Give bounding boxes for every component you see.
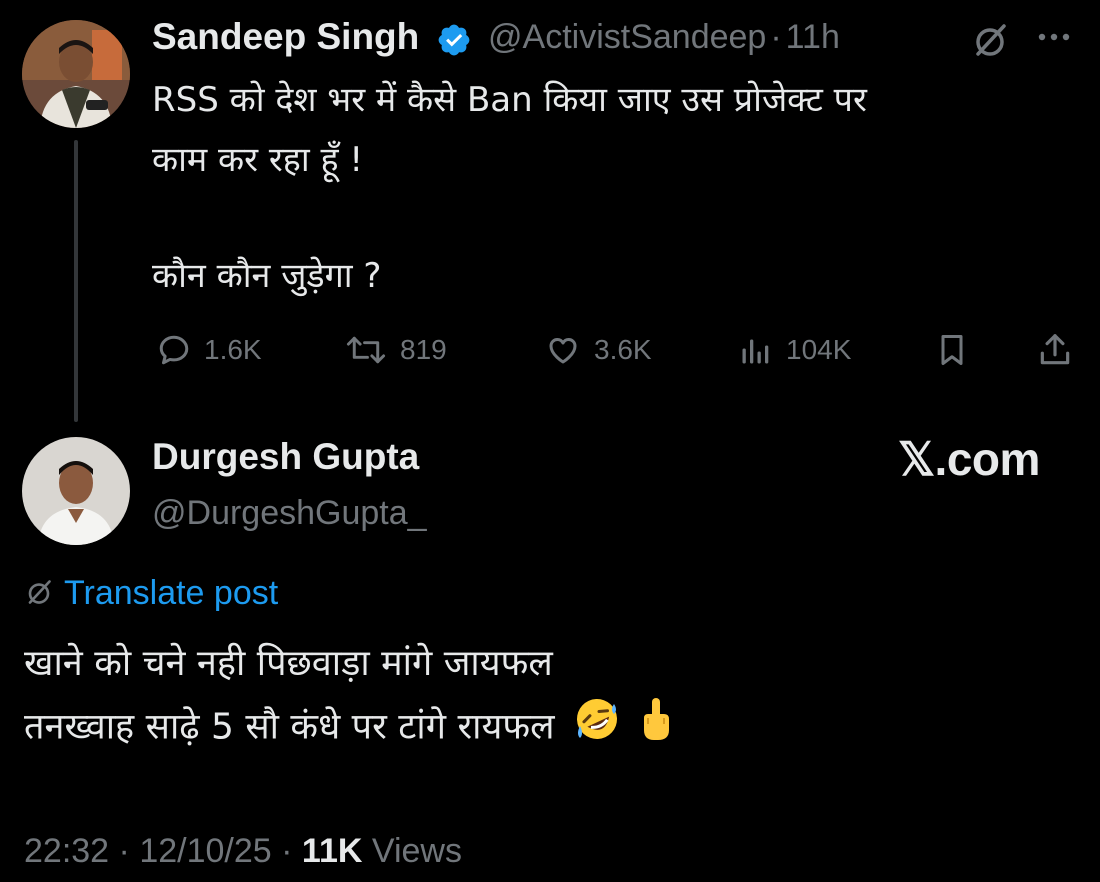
tweet-text-line-2: काम कर रहा हूँ ! xyxy=(152,140,363,180)
repost-icon xyxy=(344,332,388,368)
views-count: 104K xyxy=(786,334,852,365)
reply-text-line-1: खाने को चने नही पिछवाड़ा मांगे जायफल xyxy=(24,643,553,684)
reply-sep-1: · xyxy=(118,832,130,870)
author-handle[interactable]: @ActivistSandeep xyxy=(488,18,766,56)
tweet-text-line-3: कौन कौन जुड़ेगा ? xyxy=(152,256,382,296)
tweet-text-line-1: RSS को देश भर में कैसे Ban किया जाए उस प… xyxy=(152,80,867,120)
reply-icon xyxy=(156,332,192,368)
more-icon[interactable] xyxy=(1034,22,1074,52)
repost-count: 819 xyxy=(400,334,447,365)
author-handle-line[interactable]: @ActivistSandeep · 11h xyxy=(488,18,840,57)
views-button[interactable]: 104K xyxy=(738,330,851,370)
reply-views-count: 11K xyxy=(301,832,363,870)
middle-finger-emoji-icon xyxy=(639,696,673,761)
bookmark-button[interactable] xyxy=(934,330,970,370)
reply-count: 1.6K xyxy=(204,334,262,365)
avatar-sandeep[interactable] xyxy=(22,20,130,128)
bookmark-icon xyxy=(934,330,970,370)
x-com-watermark: 𝕏.com xyxy=(898,433,1040,485)
translate-post-label[interactable]: Translate post xyxy=(64,574,278,613)
avatar-durgesh[interactable] xyxy=(22,437,130,545)
reply-author-handle[interactable]: @DurgeshGupta_ xyxy=(152,494,427,533)
reply-button[interactable]: 1.6K xyxy=(156,330,262,370)
reply-timestamp-line: 22:32 · 12/10/25 · 11K Views xyxy=(24,832,462,871)
heart-icon xyxy=(544,332,582,368)
share-button[interactable] xyxy=(1036,330,1074,370)
like-button[interactable]: 3.6K xyxy=(544,330,652,370)
share-icon xyxy=(1036,330,1074,370)
reply-date[interactable]: 12/10/25 xyxy=(139,832,271,870)
repost-button[interactable]: 819 xyxy=(344,330,447,370)
reply-text-line-2: तनख्वाह साढ़े 5 सौ कंधे पर टांगे रायफल xyxy=(24,706,555,748)
reply-time[interactable]: 22:32 xyxy=(24,832,109,870)
grok-icon xyxy=(24,577,54,611)
reply-views-label: Views xyxy=(371,832,462,870)
translate-post-link[interactable]: Translate post xyxy=(24,574,278,613)
rofl-emoji-icon xyxy=(574,696,620,761)
reply-author-name[interactable]: Durgesh Gupta xyxy=(152,436,419,478)
author-name[interactable]: Sandeep Singh xyxy=(152,16,419,58)
grok-icon[interactable] xyxy=(970,20,1010,60)
like-count: 3.6K xyxy=(594,334,652,365)
post-time[interactable]: 11h xyxy=(786,18,840,56)
verified-badge-icon xyxy=(436,22,472,58)
reply-text-line-2-wrapper: तनख्वाह साढ़े 5 सौ कंधे पर टांगे रायफल xyxy=(24,696,673,761)
reply-sep-2: · xyxy=(281,832,293,870)
views-icon xyxy=(738,332,774,368)
time-separator: · xyxy=(770,18,782,56)
thread-line xyxy=(74,140,78,422)
